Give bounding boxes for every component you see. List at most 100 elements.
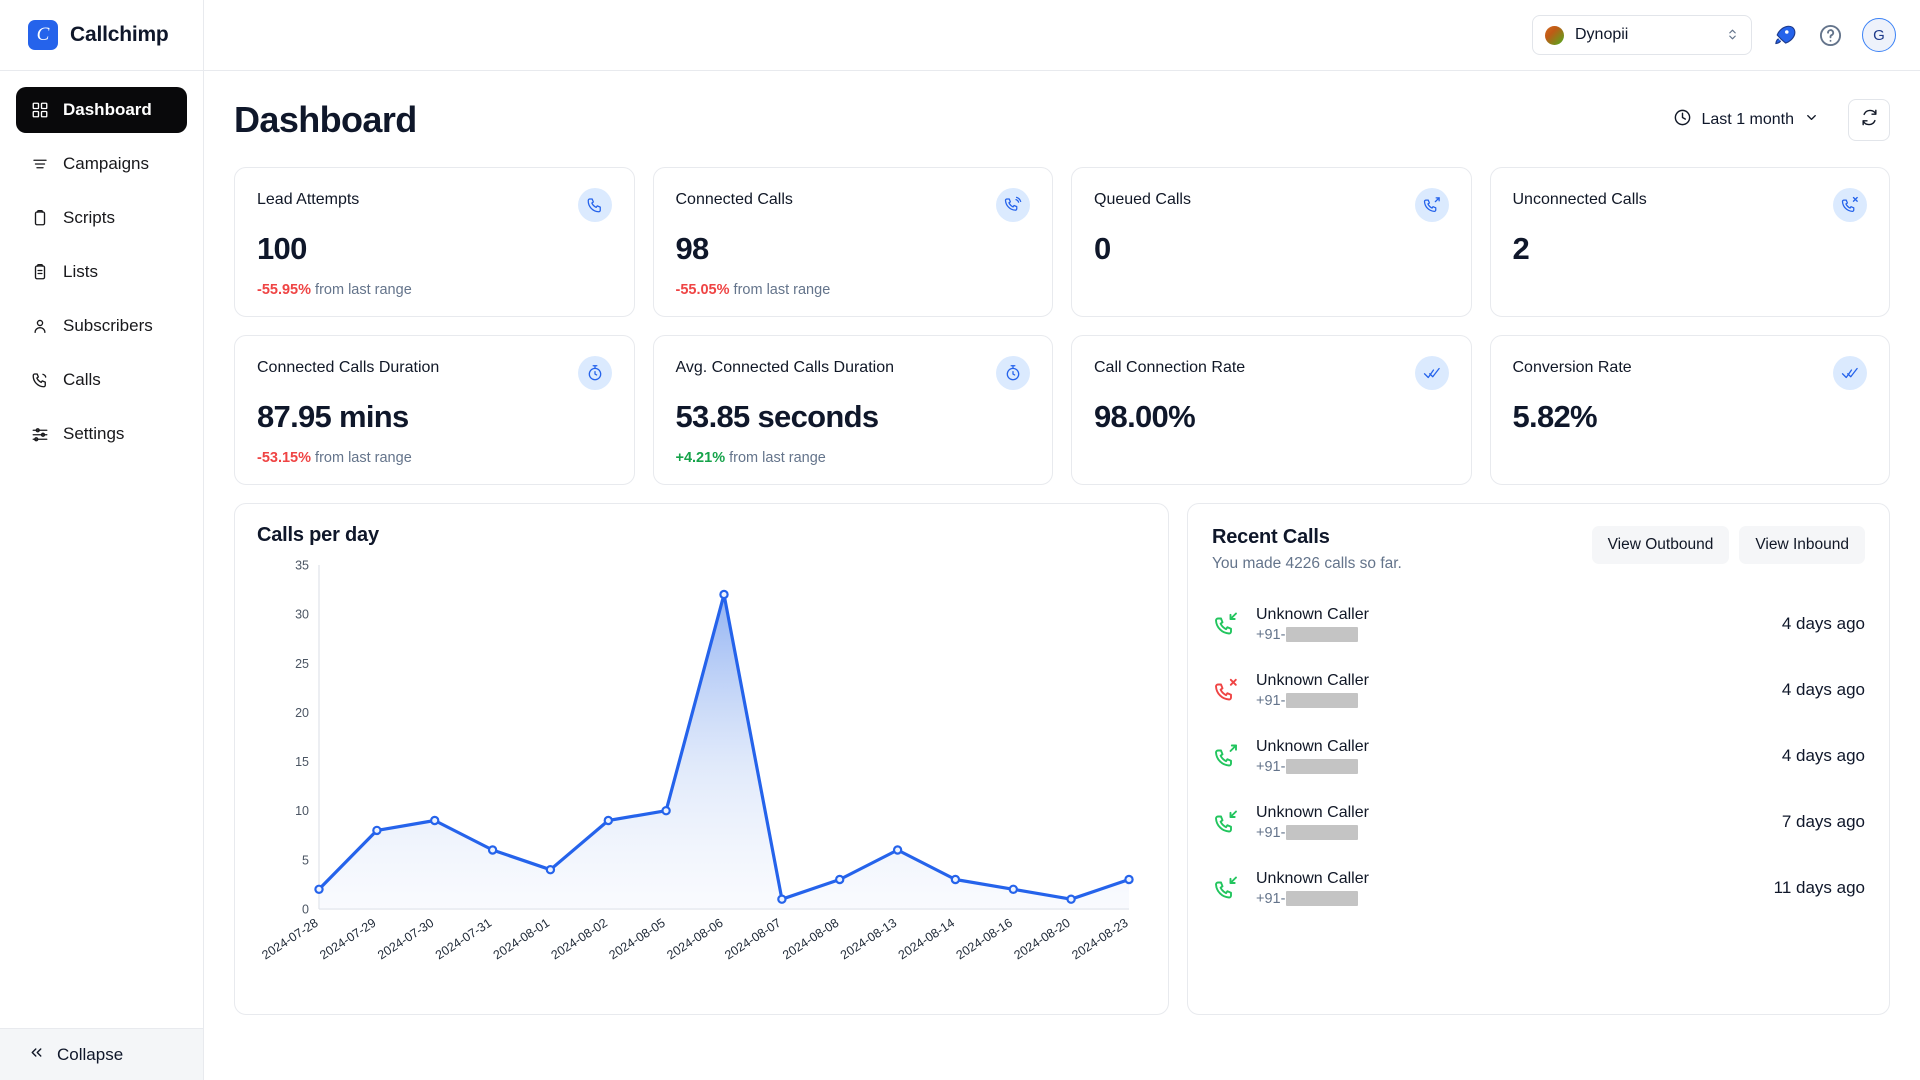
x-tick-label: 2024-08-07 bbox=[722, 916, 783, 963]
recent-call-number: +91- bbox=[1256, 891, 1758, 907]
main-area: Dynopii G Dashboard Last 1 month Lead At… bbox=[204, 0, 1920, 1080]
redacted-number bbox=[1286, 891, 1359, 906]
brand-name: Callchimp bbox=[70, 23, 169, 46]
chart-point[interactable] bbox=[950, 874, 961, 885]
y-tick-label: 25 bbox=[295, 657, 309, 671]
sidebar-item-label: Subscribers bbox=[63, 316, 153, 335]
sidebar-item-settings[interactable]: Settings bbox=[16, 411, 187, 457]
x-tick-label: 2024-08-02 bbox=[549, 916, 610, 963]
brand[interactable]: C Callchimp bbox=[0, 0, 203, 71]
recent-calls-title: Recent Calls bbox=[1212, 526, 1330, 548]
calls-per-day-panel: Calls per day 0 5 10 15 20 25 30 35 2024… bbox=[234, 503, 1169, 1015]
chart-point[interactable] bbox=[372, 825, 382, 836]
chart-point[interactable] bbox=[661, 806, 671, 816]
chart-point[interactable] bbox=[1124, 874, 1134, 885]
chart-area bbox=[319, 594, 1129, 909]
phone-incoming-icon bbox=[1212, 874, 1240, 902]
stat-card-connected-calls: Connected Calls 98 -55.05% from last ran… bbox=[652, 167, 1053, 317]
collapse-sidebar-button[interactable]: Collapse bbox=[0, 1028, 203, 1080]
stat-label: Lead Attempts bbox=[257, 191, 360, 208]
sidebar-item-calls[interactable]: Calls bbox=[16, 357, 187, 403]
recent-call-row[interactable]: Unknown Caller +91- 4 days ago bbox=[1212, 723, 1865, 789]
view-inbound-button[interactable]: View Inbound bbox=[1739, 526, 1865, 564]
stat-label: Connected Calls Duration bbox=[257, 359, 440, 376]
chart-point[interactable] bbox=[603, 815, 613, 826]
chart-point[interactable] bbox=[1066, 894, 1076, 904]
help-circle-icon[interactable] bbox=[1816, 21, 1844, 49]
calls-per-day-chart: 0 5 10 15 20 25 30 35 2024-07-28 2024-07-29 2024-… bbox=[257, 551, 1147, 1001]
sidebar-item-label: Lists bbox=[63, 262, 98, 281]
page-title: Dashboard bbox=[234, 99, 417, 140]
sidebar-item-lists[interactable]: Lists bbox=[16, 249, 187, 295]
organization-name: Dynopii bbox=[1575, 26, 1629, 43]
chart-point[interactable] bbox=[835, 874, 845, 885]
stat-label: Avg. Connected Calls Duration bbox=[675, 359, 895, 376]
stat-value: 98.00% bbox=[1094, 399, 1196, 434]
sidebar: C Callchimp Dashboard Campaigns Scripts … bbox=[0, 0, 204, 1080]
page-header-actions: Last 1 month bbox=[1657, 99, 1890, 141]
redacted-number bbox=[1286, 693, 1359, 708]
rocket-icon[interactable] bbox=[1770, 21, 1798, 49]
chart-point[interactable] bbox=[314, 884, 324, 894]
callchimp-logo-icon: C bbox=[28, 20, 58, 50]
organization-selector[interactable]: Dynopii bbox=[1532, 15, 1752, 55]
recent-call-info: Unknown Caller +91- bbox=[1256, 606, 1766, 643]
recent-calls-actions: View Outbound View Inbound bbox=[1591, 526, 1865, 564]
chart-point[interactable] bbox=[545, 865, 556, 875]
sliders-icon bbox=[30, 424, 50, 444]
stat-delta-percent: -55.05% bbox=[675, 282, 730, 298]
sidebar-item-scripts[interactable]: Scripts bbox=[16, 195, 187, 241]
chevrons-left-icon bbox=[28, 1044, 45, 1066]
phone-incoming-icon bbox=[1212, 808, 1240, 836]
chart-point[interactable] bbox=[892, 845, 903, 855]
stat-label: Connected Calls bbox=[675, 191, 793, 208]
recent-call-number: +91- bbox=[1256, 825, 1766, 841]
x-tick-label: 2024-08-20 bbox=[1012, 916, 1073, 963]
recent-call-time: 7 days ago bbox=[1781, 812, 1865, 831]
stat-card-avg-connected-calls-duration: Avg. Connected Calls Duration 53.85 seco… bbox=[652, 335, 1053, 485]
double-check-icon bbox=[1414, 356, 1449, 390]
chart-point[interactable] bbox=[1008, 884, 1019, 894]
refresh-icon bbox=[1860, 108, 1879, 132]
page-header: Dashboard Last 1 month bbox=[234, 99, 1890, 141]
stat-value: 100 bbox=[257, 231, 307, 266]
recent-call-row[interactable]: Unknown Caller +91- 7 days ago bbox=[1212, 789, 1865, 855]
chart-point[interactable] bbox=[777, 894, 787, 904]
chart-point[interactable] bbox=[719, 589, 729, 600]
sidebar-item-dashboard[interactable]: Dashboard bbox=[16, 87, 187, 133]
recent-call-name: Unknown Caller bbox=[1256, 671, 1369, 689]
stat-delta-suffix: from last range bbox=[315, 450, 412, 466]
phone-icon bbox=[30, 370, 50, 390]
recent-call-row[interactable]: Unknown Caller +91- 4 days ago bbox=[1212, 657, 1865, 723]
x-tick-label: 2024-08-14 bbox=[896, 916, 957, 963]
stat-label: Call Connection Rate bbox=[1094, 359, 1246, 376]
date-range-selector[interactable]: Last 1 month bbox=[1657, 99, 1834, 141]
view-outbound-button[interactable]: View Outbound bbox=[1591, 526, 1730, 564]
recent-call-row[interactable]: Unknown Caller +91- 4 days ago bbox=[1212, 591, 1865, 657]
x-tick-label: 2024-07-29 bbox=[317, 916, 378, 963]
chevron-down-icon bbox=[1804, 110, 1819, 130]
recent-call-row[interactable]: Unknown Caller +91- 11 days ago bbox=[1212, 855, 1865, 921]
x-tick-label: 2024-08-23 bbox=[1069, 916, 1130, 963]
x-tick-label: 2024-08-13 bbox=[838, 916, 899, 963]
recent-call-info: Unknown Caller +91- bbox=[1256, 738, 1766, 775]
refresh-button[interactable] bbox=[1848, 99, 1890, 141]
chart-point[interactable] bbox=[487, 845, 498, 855]
chart-point[interactable] bbox=[429, 815, 440, 826]
x-axis: 2024-07-282024-07-292024-07-302024-07-31… bbox=[259, 916, 1130, 963]
stat-delta: +4.21% from last range bbox=[676, 450, 1031, 466]
stat-cards: Lead Attempts 100 -55.95% from last rang… bbox=[234, 167, 1890, 485]
collapse-label: Collapse bbox=[57, 1044, 124, 1064]
recent-calls-header: Recent Calls You made 4226 calls so far.… bbox=[1212, 526, 1865, 573]
grid-icon bbox=[30, 100, 50, 120]
sidebar-item-campaigns[interactable]: Campaigns bbox=[16, 141, 187, 187]
y-tick-label: 0 bbox=[302, 903, 309, 917]
user-avatar[interactable]: G bbox=[1862, 18, 1896, 52]
chevron-updown-icon bbox=[1726, 26, 1739, 45]
stat-value: 53.85 seconds bbox=[675, 399, 880, 434]
recent-call-number: +91- bbox=[1256, 627, 1766, 643]
recent-call-name: Unknown Caller bbox=[1256, 869, 1369, 887]
recent-call-time: 4 days ago bbox=[1781, 746, 1865, 765]
stopwatch-icon bbox=[996, 356, 1030, 390]
sidebar-item-subscribers[interactable]: Subscribers bbox=[16, 303, 187, 349]
